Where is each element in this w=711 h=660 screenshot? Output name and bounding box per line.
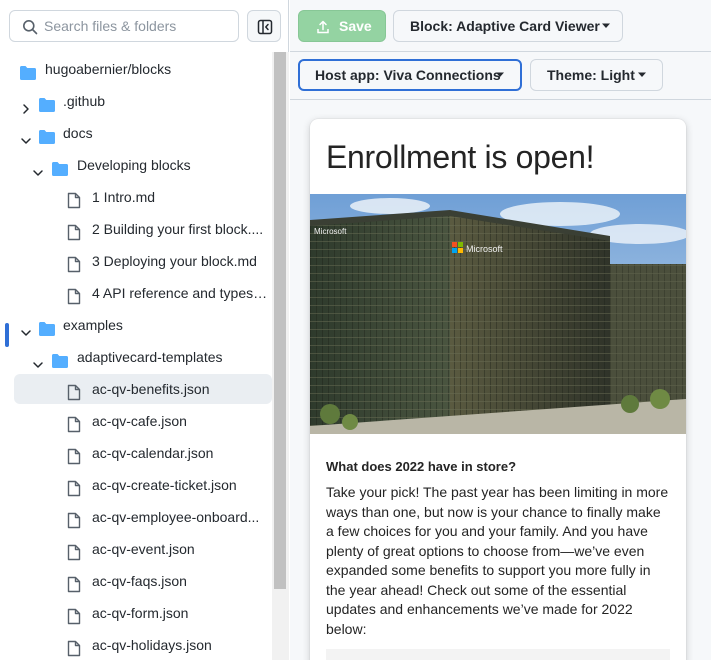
building-sign-left: Microsoft <box>314 227 347 236</box>
main-panel: Save Block: Adaptive Card Viewer Host ap… <box>290 0 711 660</box>
file-tree: hugoabernier/blocks .github docs Developing… <box>0 52 272 660</box>
tree-file[interactable]: ac-qv-create-ticket.json <box>0 470 272 500</box>
collapse-sidebar-button[interactable] <box>247 10 281 42</box>
theme-label: Theme: Light <box>547 67 635 83</box>
scrollbar-thumb[interactable] <box>274 52 286 589</box>
save-button[interactable]: Save <box>298 10 386 42</box>
caret-down-icon <box>602 23 610 28</box>
preview-toolbar: Host app: Viva Connections Theme: Light <box>290 52 711 100</box>
tree-file[interactable]: ac-qv-form.json <box>0 598 272 628</box>
card-body-text: Take your pick! The past year has been l… <box>326 484 669 637</box>
search-input[interactable] <box>44 12 234 40</box>
host-app-label: Host app: Viva Connections <box>315 67 501 83</box>
tree-folder[interactable]: examples <box>0 310 272 340</box>
tree-item-label: ac-qv-create-ticket.json <box>92 477 237 493</box>
tree-item-label: ac-qv-calendar.json <box>92 445 214 461</box>
tree-item-label: Developing blocks <box>77 157 191 173</box>
tree-file[interactable]: 2 Building your first block.... <box>0 214 272 244</box>
tree-file[interactable]: ac-qv-event.json <box>0 534 272 564</box>
file-icon <box>67 637 81 660</box>
tree-item-label: ac-qv-benefits.json <box>92 381 210 397</box>
card-next-section <box>326 649 670 660</box>
adaptive-card: Enrollment is open! Microsoft Microsoft … <box>310 119 686 660</box>
upload-icon <box>317 20 329 34</box>
caret-down-icon <box>496 72 504 77</box>
tree-folder[interactable]: .github <box>0 86 272 116</box>
host-app-dropdown[interactable]: Host app: Viva Connections <box>298 59 522 91</box>
selected-item-indicator <box>5 323 9 347</box>
sidebar-scrollbar[interactable] <box>272 52 289 660</box>
tree-item-label: ac-qv-form.json <box>92 605 189 621</box>
tree-file[interactable]: 3 Deploying your block.md <box>0 246 272 276</box>
search-box[interactable] <box>9 10 239 42</box>
tree-item-label: .github <box>63 93 106 109</box>
tree-folder[interactable]: adaptivecard-templates <box>0 342 272 372</box>
building-sign: Microsoft <box>466 244 503 254</box>
search-icon <box>22 19 38 40</box>
tree-item-label: hugoabernier/blocks <box>45 61 172 77</box>
sidebar-header <box>0 0 289 52</box>
tree-file[interactable]: ac-qv-calendar.json <box>0 438 272 468</box>
tree-folder[interactable]: docs <box>0 118 272 148</box>
tree-item-label: adaptivecard-templates <box>77 349 223 365</box>
tree-item-label: ac-qv-event.json <box>92 541 195 557</box>
tree-item-label: 4 API reference and types.... <box>92 285 268 301</box>
block-picker-label: Block: Adaptive Card Viewer <box>410 18 600 34</box>
tree-folder[interactable]: hugoabernier/blocks <box>0 54 272 84</box>
sidebar-toggle-icon <box>257 19 273 35</box>
file-explorer-sidebar: hugoabernier/blocks .github docs Developing… <box>0 0 289 660</box>
top-toolbar: Save Block: Adaptive Card Viewer <box>290 0 711 52</box>
card-subtitle: What does 2022 have in store? <box>326 459 517 474</box>
tree-item-label: ac-qv-holidays.json <box>92 637 212 653</box>
tree-file[interactable]: ac-qv-employee-onboard... <box>0 502 272 532</box>
tree-item-label: ac-qv-cafe.json <box>92 413 187 429</box>
tree-file[interactable]: ac-qv-benefits.json <box>14 374 272 404</box>
card-hero-image: Microsoft Microsoft <box>310 194 686 434</box>
tree-item-label: ac-qv-employee-onboard... <box>92 509 260 525</box>
save-button-label: Save <box>339 18 372 34</box>
card-title: Enrollment is open! <box>326 139 595 175</box>
tree-item-label: 1 Intro.md <box>92 189 156 205</box>
tree-file[interactable]: 4 API reference and types.... <box>0 278 272 308</box>
block-picker-button[interactable]: Block: Adaptive Card Viewer <box>393 10 623 42</box>
tree-file[interactable]: ac-qv-cafe.json <box>0 406 272 436</box>
caret-down-icon <box>638 72 646 77</box>
tree-file[interactable]: ac-qv-faqs.json <box>0 566 272 596</box>
tree-item-label: 3 Deploying your block.md <box>92 253 257 269</box>
tree-file[interactable]: 1 Intro.md <box>0 182 272 212</box>
tree-item-label: docs <box>63 125 93 141</box>
tree-folder[interactable]: Developing blocks <box>0 150 272 180</box>
tree-item-label: ac-qv-faqs.json <box>92 573 187 589</box>
tree-item-label: 2 Building your first block.... <box>92 221 264 237</box>
tree-file[interactable]: ac-qv-holidays.json <box>0 630 272 660</box>
theme-dropdown[interactable]: Theme: Light <box>530 59 663 91</box>
card-preview-area: Enrollment is open! Microsoft Microsoft … <box>290 101 711 660</box>
tree-item-label: examples <box>63 317 123 333</box>
